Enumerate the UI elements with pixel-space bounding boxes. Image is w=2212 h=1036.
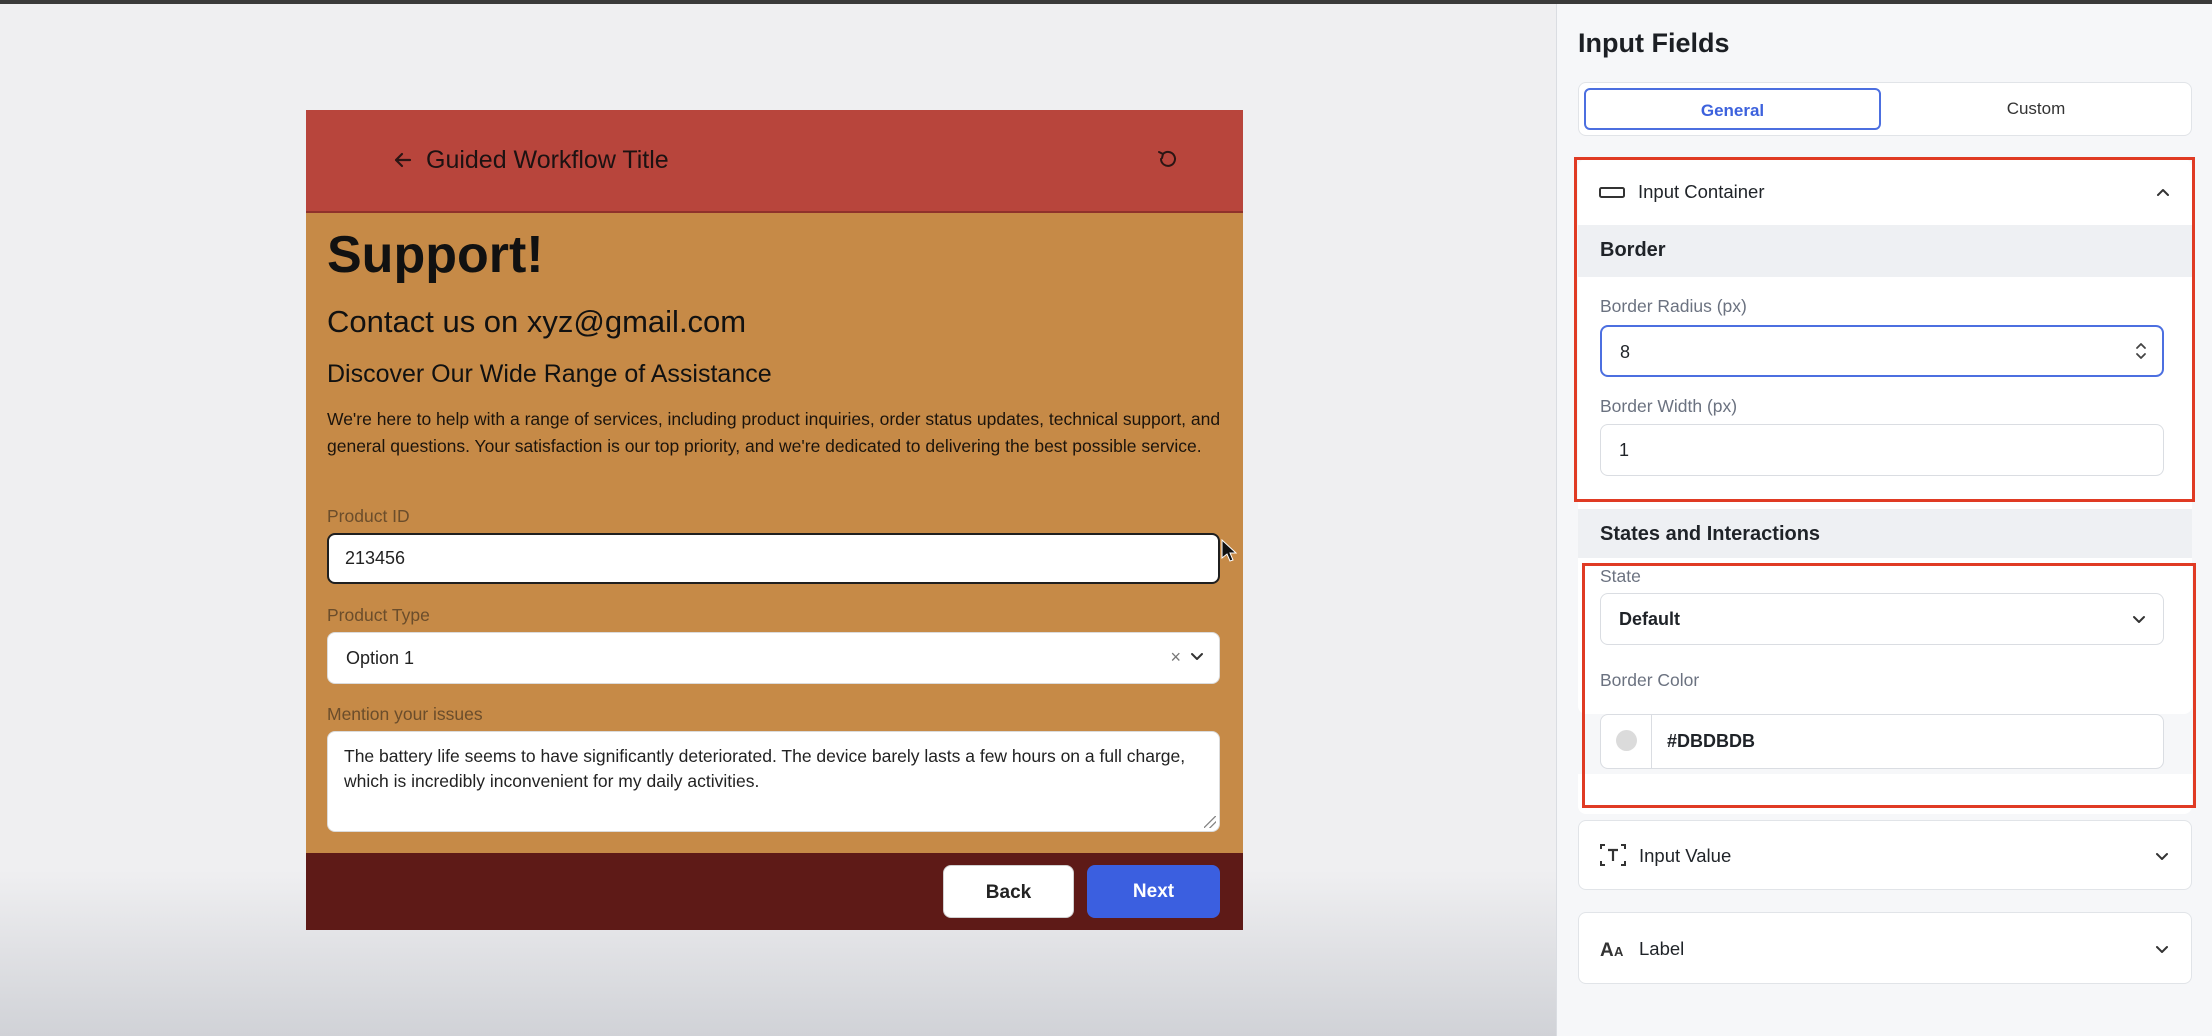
input-value-section[interactable]: Input Value <box>1578 820 2192 890</box>
back-button[interactable]: Back <box>943 865 1074 918</box>
states-group-title: States and Interactions <box>1600 523 1821 545</box>
border-color-value: #DBDBDB <box>1667 731 1756 751</box>
tab-general[interactable]: General <box>1584 88 1881 130</box>
border-radius-label: Border Radius (px) <box>1600 296 1747 316</box>
chevron-down-icon[interactable] <box>2129 609 2149 629</box>
issues-textarea[interactable]: The battery life seems to have significa… <box>327 731 1220 832</box>
label-section-title: Label <box>1639 938 1685 959</box>
state-value: Default <box>1619 609 1681 629</box>
svg-text:A: A <box>1600 940 1614 961</box>
workflow-preview-card: Guided Workflow Title Support! Contact u… <box>306 110 1243 930</box>
refresh-icon[interactable] <box>1153 144 1183 174</box>
heading-contact: Contact us on xyz@gmail.com <box>327 304 747 339</box>
input-container-title: Input Container <box>1638 181 1765 202</box>
text-cursor-icon <box>1600 844 1626 866</box>
heading-assistance: Discover Our Wide Range of Assistance <box>327 360 772 388</box>
border-width-label: Border Width (px) <box>1600 396 1738 416</box>
resize-handle-icon[interactable] <box>1204 816 1216 828</box>
product-id-input[interactable]: 213456 <box>327 533 1220 584</box>
workflow-header: Guided Workflow Title <box>306 110 1243 213</box>
product-id-label: Product ID <box>327 506 410 526</box>
border-group-title: Border <box>1600 239 1666 261</box>
input-container-header[interactable]: Input Container <box>1578 159 2192 225</box>
product-type-select[interactable]: Option 1 × <box>327 632 1220 684</box>
panel-tabs: General Custom <box>1578 82 2192 136</box>
panel-title: Input Fields <box>1578 28 1730 58</box>
tab-custom[interactable]: Custom <box>1885 88 2187 130</box>
chevron-down-icon[interactable] <box>1187 646 1207 666</box>
input-container-section: Input Container Border Border Radius (px… <box>1578 159 2192 714</box>
properties-panel: Input Fields General Custom Input Contai… <box>1556 4 2212 1036</box>
font-size-icon: A A <box>1600 940 1624 961</box>
input-box-icon <box>1599 187 1625 198</box>
intro-paragraph: We're here to help with a range of servi… <box>327 409 1221 456</box>
svg-text:A: A <box>1614 944 1624 959</box>
state-settings-bottom <box>1578 774 2192 814</box>
next-button[interactable]: Next <box>1087 865 1220 918</box>
border-group-bar: Border <box>1578 225 2192 277</box>
product-id-value: 213456 <box>345 548 406 568</box>
product-type-value: Option 1 <box>346 648 415 668</box>
state-select[interactable]: Default <box>1600 593 2164 645</box>
chevron-down-icon[interactable] <box>2151 845 2173 867</box>
workflow-title: Guided Workflow Title <box>426 146 669 174</box>
states-group-bar: States and Interactions <box>1578 509 2192 561</box>
product-type-label: Product Type <box>327 605 430 625</box>
chevron-down-icon[interactable] <box>2151 938 2173 960</box>
input-value-title: Input Value <box>1639 845 1732 866</box>
state-label: State <box>1600 566 1641 586</box>
clear-icon[interactable]: × <box>1170 647 1181 668</box>
heading-support: Support! <box>327 226 544 284</box>
workflow-body: Support! Contact us on xyz@gmail.com Dis… <box>306 213 1243 853</box>
chevron-up-icon[interactable] <box>2152 181 2174 203</box>
issues-label: Mention your issues <box>327 704 483 724</box>
label-section[interactable]: A A Label <box>1578 912 2192 984</box>
border-width-input[interactable]: 1 <box>1600 424 2164 476</box>
color-swatch[interactable] <box>1601 715 1652 768</box>
state-settings: State Default Border Color <box>1578 558 2192 714</box>
issues-value: The battery life seems to have significa… <box>344 746 1186 791</box>
stepper-icon[interactable] <box>2134 339 2148 363</box>
border-color-label: Border Color <box>1600 670 1700 690</box>
border-width-value: 1 <box>1619 440 1630 460</box>
border-color-input[interactable]: #DBDBDB <box>1600 714 2164 769</box>
border-radius-value: 8 <box>1620 342 1631 362</box>
border-radius-input[interactable]: 8 <box>1600 325 2164 377</box>
workflow-footer: Back Next <box>306 853 1243 930</box>
arrow-left-icon[interactable] <box>386 143 420 177</box>
mouse-cursor-icon <box>1221 539 1237 562</box>
